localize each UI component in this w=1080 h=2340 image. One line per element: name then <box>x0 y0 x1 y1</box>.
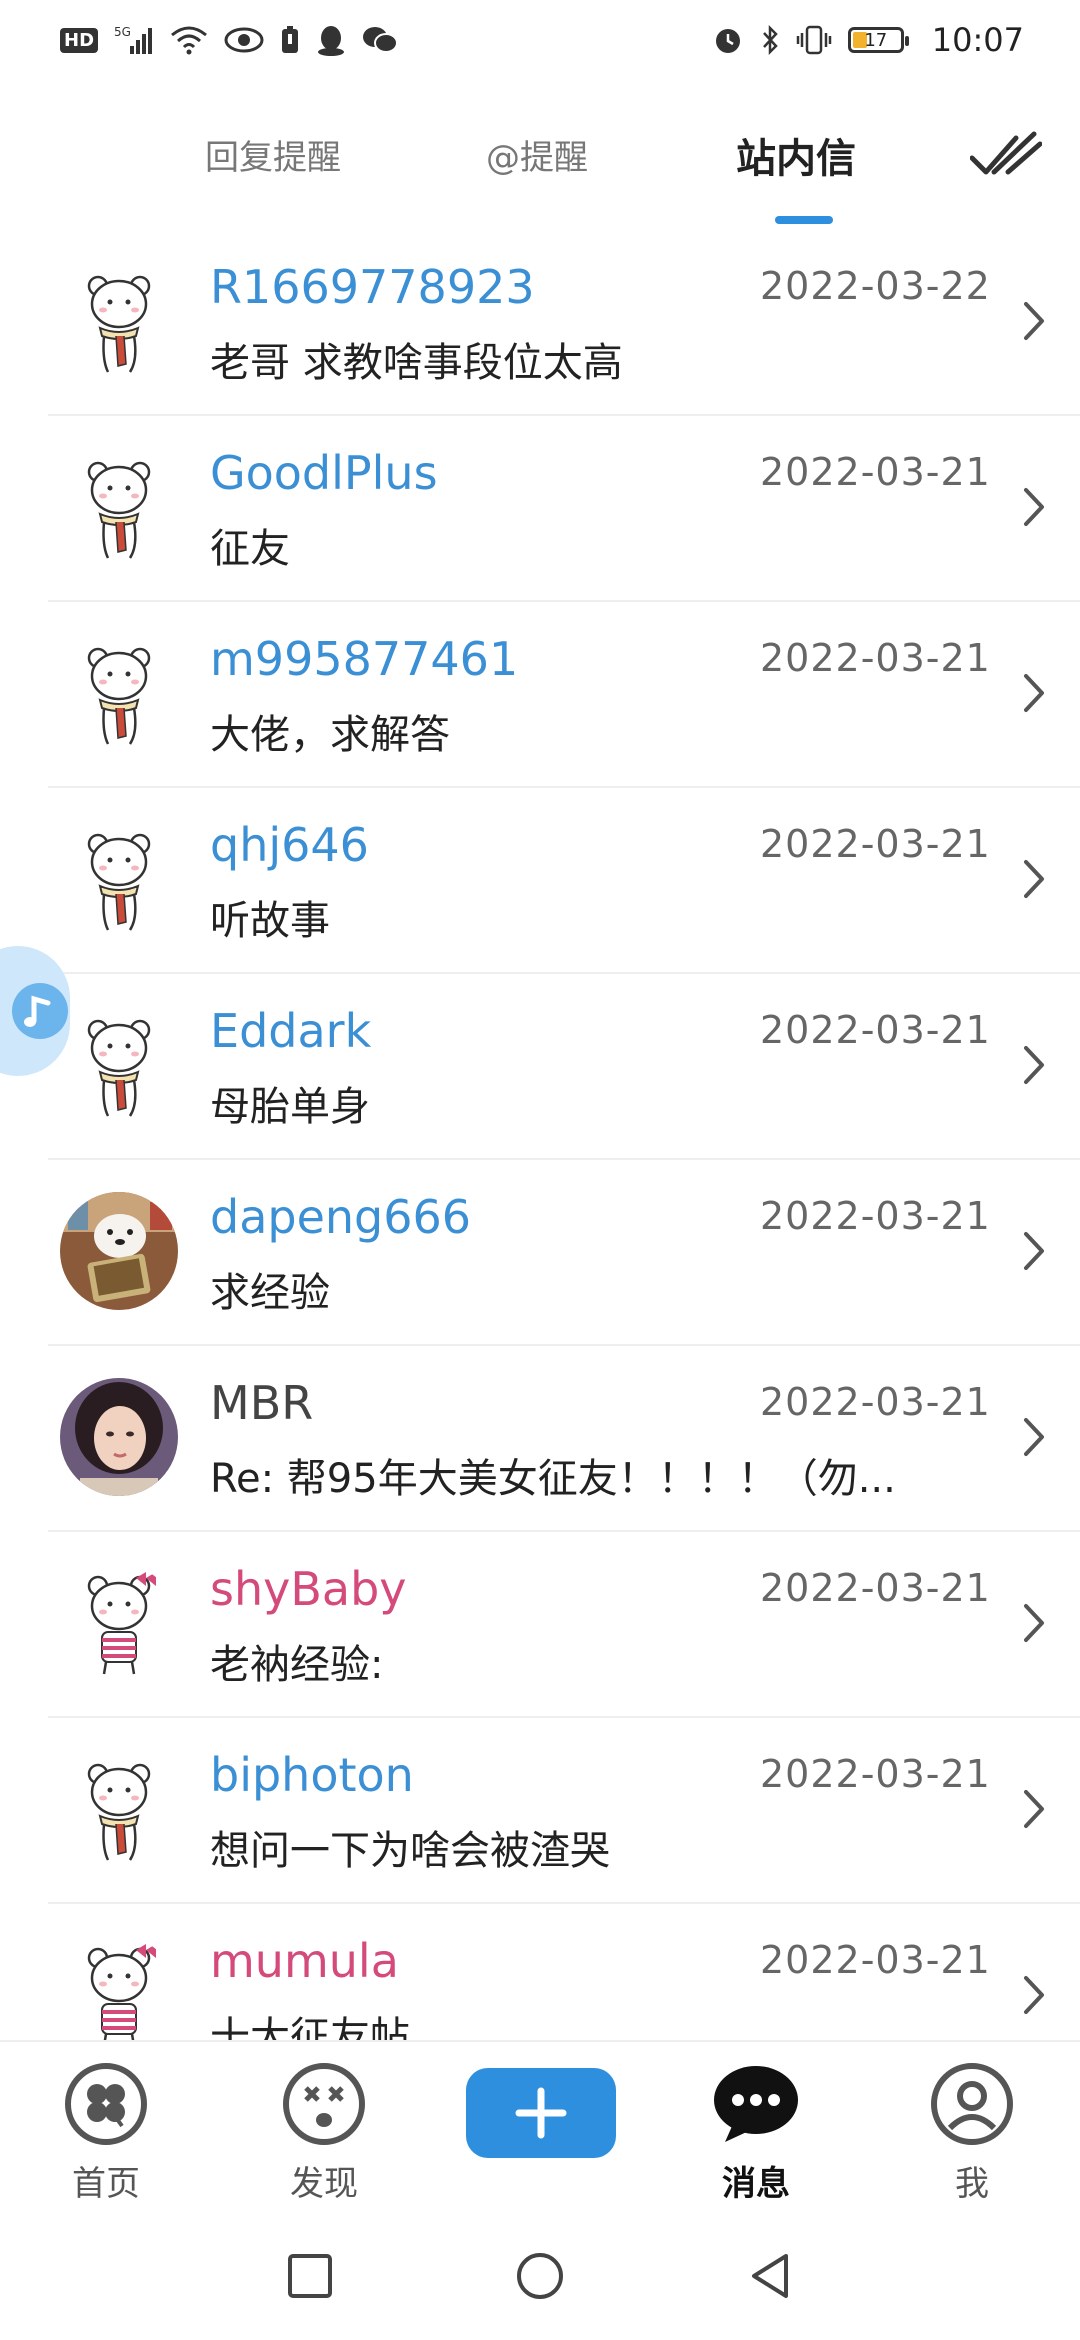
message-row[interactable]: m995877461 2022-03-21 大佬，求解答 <box>48 602 1080 788</box>
profile-icon <box>931 2063 1013 2145</box>
sender-name[interactable]: R1669778923 <box>210 260 535 314</box>
nav-home-label: 首页 <box>72 2164 140 2204</box>
sender-name[interactable]: MBR <box>210 1376 313 1430</box>
avatar[interactable] <box>60 1006 178 1124</box>
message-preview: 老衲经验: <box>210 1642 384 1688</box>
message-date: 2022-03-21 <box>760 822 991 866</box>
message-preview: 听故事 <box>210 898 330 944</box>
nav-me[interactable]: 我 <box>902 2062 1042 2205</box>
nav-messages-label: 消息 <box>722 2164 790 2204</box>
message-list: R1669778923 2022-03-22 老哥 求教啥事段位太高 GoodlPlu… <box>0 230 1080 2090</box>
message-date: 2022-03-21 <box>760 1194 991 1238</box>
message-preview: 求经验 <box>210 1270 330 1316</box>
sender-name[interactable]: shyBaby <box>210 1562 407 1616</box>
tab-mention-reminder[interactable]: @提醒 <box>486 130 588 179</box>
message-row[interactable]: R1669778923 2022-03-22 老哥 求教啥事段位太高 <box>48 230 1080 416</box>
message-row[interactable]: qhj646 2022-03-21 听故事 <box>48 788 1080 974</box>
alarm-icon <box>712 24 744 56</box>
vibrate-icon <box>796 24 832 56</box>
sender-name[interactable]: qhj646 <box>210 818 369 872</box>
clock: 10:07 <box>931 21 1024 59</box>
message-date: 2022-03-21 <box>760 1380 991 1424</box>
message-row[interactable]: shyBaby 2022-03-21 老衲经验: <box>48 1532 1080 1718</box>
back-triangle-icon[interactable] <box>744 2250 796 2302</box>
message-row[interactable]: dapeng666 2022-03-21 求经验 <box>48 1160 1080 1346</box>
eye-icon <box>224 26 264 54</box>
tab-site-messages[interactable]: 站内信 <box>736 126 856 184</box>
bluetooth-icon <box>760 24 780 56</box>
music-note-icon <box>12 983 68 1039</box>
qq-penguin-icon <box>316 24 346 56</box>
plus-icon <box>515 2087 567 2139</box>
message-date: 2022-03-21 <box>760 1752 991 1796</box>
wifi-icon <box>170 25 208 55</box>
sender-name[interactable]: mumula <box>210 1934 399 1988</box>
nav-messages[interactable]: 消息 <box>686 2062 826 2205</box>
chevron-right-icon <box>1024 302 1044 340</box>
sender-name[interactable]: biphoton <box>210 1748 414 1802</box>
message-preview: 征友 <box>210 526 290 572</box>
recents-icon[interactable] <box>284 2250 336 2302</box>
sender-name[interactable]: GoodlPlus <box>210 446 438 500</box>
system-navigation <box>0 2220 1080 2340</box>
avatar[interactable] <box>60 448 178 566</box>
battery-icon: 17 <box>847 27 909 53</box>
message-date: 2022-03-21 <box>760 1566 991 1610</box>
message-preview: 想问一下为啥会被渣哭 <box>210 1828 610 1874</box>
message-row[interactable]: GoodlPlus 2022-03-21 征友 <box>48 416 1080 602</box>
mark-all-read-icon[interactable] <box>970 130 1042 182</box>
avatar[interactable] <box>60 1750 178 1868</box>
message-date: 2022-03-22 <box>760 264 991 308</box>
nav-discover-label: 发现 <box>290 2164 358 2204</box>
avatar[interactable] <box>60 1192 178 1310</box>
message-tabs: 回复提醒 @提醒 站内信 <box>0 110 1080 230</box>
avatar[interactable] <box>60 1936 178 2054</box>
message-date: 2022-03-21 <box>760 1938 991 1982</box>
message-date: 2022-03-21 <box>760 450 991 494</box>
sender-name[interactable]: dapeng666 <box>210 1190 471 1244</box>
battery-saver-icon <box>280 25 300 55</box>
message-row[interactable]: biphoton 2022-03-21 想问一下为啥会被渣哭 <box>48 1718 1080 1904</box>
home-circle-icon[interactable] <box>514 2250 566 2302</box>
cellular-signal-icon: 5G <box>114 24 154 56</box>
compose-button[interactable] <box>466 2068 616 2158</box>
chevron-right-icon <box>1024 488 1044 526</box>
bottom-navigation: 首页 发现 消息 我 <box>0 2040 1080 2222</box>
message-preview: 大佬，求解答 <box>210 712 450 758</box>
chevron-right-icon <box>1024 1604 1044 1642</box>
chevron-right-icon <box>1024 1418 1044 1456</box>
active-tab-indicator <box>775 216 833 224</box>
avatar[interactable] <box>60 1378 178 1496</box>
chevron-right-icon <box>1024 674 1044 712</box>
chevron-right-icon <box>1024 1976 1044 2014</box>
message-row[interactable]: MBR 2022-03-21 Re: 帮95年大美女征友！！！！（勿... <box>48 1346 1080 1532</box>
chevron-right-icon <box>1024 1232 1044 1270</box>
nav-me-label: 我 <box>955 2164 989 2204</box>
message-row[interactable]: Eddark 2022-03-21 母胎单身 <box>48 974 1080 1160</box>
status-bar: HD 5G 17 10:07 <box>0 0 1080 80</box>
avatar[interactable] <box>60 262 178 380</box>
hd-indicator: HD <box>60 27 99 53</box>
avatar[interactable] <box>60 820 178 938</box>
avatar[interactable] <box>60 634 178 752</box>
nav-home[interactable]: 首页 <box>36 2062 176 2205</box>
svg-text:5G: 5G <box>114 25 131 39</box>
message-preview: 老哥 求教啥事段位太高 <box>210 340 623 386</box>
nav-discover[interactable]: 发现 <box>254 2062 394 2205</box>
message-date: 2022-03-21 <box>760 1008 991 1052</box>
chat-bubble-icon <box>714 2066 798 2142</box>
sender-name[interactable]: Eddark <box>210 1004 371 1058</box>
chevron-right-icon <box>1024 860 1044 898</box>
message-preview: 母胎单身 <box>210 1084 370 1130</box>
chevron-right-icon <box>1024 1046 1044 1084</box>
message-date: 2022-03-21 <box>760 636 991 680</box>
tab-reply-reminder[interactable]: 回复提醒 <box>205 130 341 179</box>
message-preview: Re: 帮95年大美女征友！！！！（勿... <box>210 1456 896 1502</box>
sender-name[interactable]: m995877461 <box>210 632 518 686</box>
clover-icon <box>65 2063 147 2145</box>
dizzy-face-icon <box>283 2063 365 2145</box>
avatar[interactable] <box>60 1564 178 1682</box>
wechat-icon <box>362 25 399 55</box>
chevron-right-icon <box>1024 1790 1044 1828</box>
